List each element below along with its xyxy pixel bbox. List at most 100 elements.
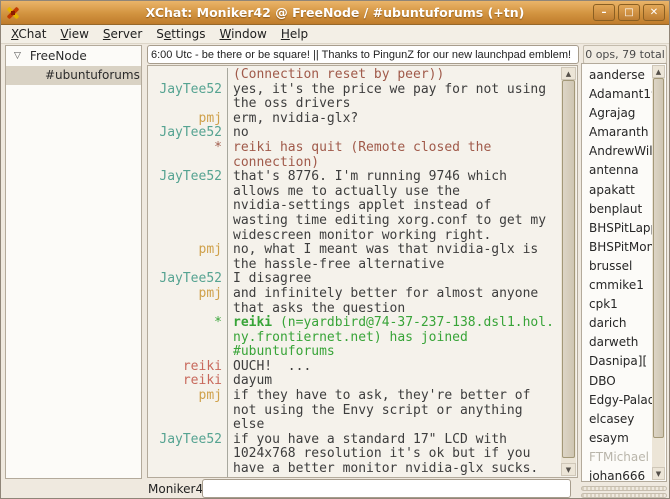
userlist-scrollbar[interactable]: ▲ ▼: [652, 65, 665, 480]
chat-text: reiki (n=yardbird@74-37-237-138.dsl1.hol…: [228, 316, 554, 331]
menu-window[interactable]: Window: [212, 25, 273, 43]
userlist-item[interactable]: antenna: [582, 161, 652, 180]
userlist-item[interactable]: brussel: [582, 257, 652, 276]
userlist-item[interactable]: Agrajag: [582, 104, 652, 123]
user-list: aanderseAdamant198AgrajagAmaranthAndrewW…: [581, 63, 667, 482]
chat-text: erm, nvidia-glx?: [228, 112, 358, 127]
menu-bar: XChatViewServerSettingsWindowHelp: [1, 25, 669, 44]
userlist-item[interactable]: elcasey: [582, 410, 652, 429]
chat-nick: reiki: [150, 360, 228, 375]
chat-nick: [150, 214, 228, 229]
resize-grip[interactable]: [581, 486, 667, 491]
tree-item-ubuntuforums[interactable]: #ubuntuforums: [6, 66, 141, 85]
chat-text: 1024x768 resolution it's ok but if you: [228, 447, 530, 462]
message-input[interactable]: [202, 479, 571, 498]
menu-settings[interactable]: Settings: [149, 25, 212, 43]
chat-line: not using the Envy script or anything: [150, 404, 560, 419]
menu-xchat[interactable]: XChat: [4, 25, 53, 43]
chat-nick: [150, 68, 228, 83]
scroll-up-icon[interactable]: ▲: [652, 65, 665, 78]
chat-text: (Connection reset by peer)): [228, 68, 444, 83]
userlist-item[interactable]: darich: [582, 314, 652, 333]
chat-line: pmjerm, nvidia-glx?: [150, 112, 560, 127]
chat-line: #ubuntuforums: [150, 345, 560, 360]
chat-nick: JayTee52: [150, 126, 228, 141]
userlist-item[interactable]: cmmike1: [582, 276, 652, 295]
chat-scrollbar[interactable]: ▲ ▼: [561, 67, 576, 476]
userlist-item[interactable]: Dasnipa][: [582, 352, 652, 371]
chat-line: widescreen monitor working right.: [150, 229, 560, 244]
userlist-item[interactable]: benplaut: [582, 200, 652, 219]
menu-view[interactable]: View: [53, 25, 95, 43]
chat-text: wasting time editing xorg.conf to get my: [228, 214, 546, 229]
chat-line: *reiki (n=yardbird@74-37-237-138.dsl1.ho…: [150, 316, 560, 331]
window-controls: – □ ✕: [593, 4, 665, 21]
chat-line: JayTee52no: [150, 126, 560, 141]
server-tree-panel: ▽ FreeNode #ubuntuforums: [5, 45, 142, 479]
userlist-item[interactable]: esaym: [582, 429, 652, 448]
userlist-item[interactable]: BHSPitMonke: [582, 238, 652, 257]
userlist-item[interactable]: apakatt: [582, 181, 652, 200]
chat-nick: *: [150, 316, 228, 331]
chat-text: that's 8776. I'm running 9746 which: [228, 170, 507, 185]
chat-line: pmjno, what I meant was that nvidia-glx …: [150, 243, 560, 258]
chat-line: JayTee52if you have a standard 17" LCD w…: [150, 433, 560, 448]
chat-nick: [150, 185, 228, 200]
title-bar[interactable]: XChat: Moniker42 @ FreeNode / #ubuntufor…: [1, 1, 669, 25]
scroll-down-icon[interactable]: ▼: [561, 463, 576, 476]
expander-icon[interactable]: ▽: [14, 51, 21, 61]
chat-nick: [150, 302, 228, 317]
chat-line: reikidayum: [150, 374, 560, 389]
chat-nick: [150, 156, 228, 171]
userlist-item[interactable]: Amaranth: [582, 123, 652, 142]
chat-line: allows me to actually use the: [150, 185, 560, 200]
chat-text: I disagree: [228, 272, 311, 287]
chat-text: else: [228, 418, 264, 433]
chat-nick: pmj: [150, 243, 228, 258]
chat-text: have a better monitor nvidia-glx sucks.: [228, 462, 538, 477]
chat-text: that asks the question: [228, 302, 405, 317]
maximize-icon: □: [624, 7, 633, 18]
chat-nick: pmj: [150, 287, 228, 302]
userlist-item[interactable]: FTMichael: [582, 448, 652, 467]
chat-line: have a better monitor nvidia-glx sucks.: [150, 462, 560, 477]
scroll-up-icon[interactable]: ▲: [561, 67, 576, 80]
userlist-item[interactable]: Adamant198: [582, 85, 652, 104]
chat-text: ny.frontiernet.net) has joined: [228, 331, 468, 346]
chat-line: pmjif they have to ask, they're better o…: [150, 389, 560, 404]
userlist-item[interactable]: darweth: [582, 333, 652, 352]
userlist-item[interactable]: Edgy-Paladin: [582, 391, 652, 410]
userlist-item[interactable]: aanderse: [582, 66, 652, 85]
minimize-icon: –: [602, 7, 607, 18]
chat-text: allows me to actually use the: [228, 185, 460, 200]
maximize-button[interactable]: □: [618, 4, 640, 21]
scroll-down-icon[interactable]: ▼: [652, 467, 665, 480]
chat-nick: [150, 97, 228, 112]
userlist-item[interactable]: cpk1: [582, 295, 652, 314]
userlist-item[interactable]: DBO: [582, 372, 652, 391]
chat-nick: [150, 447, 228, 462]
userlist-item[interactable]: BHSPitLappy: [582, 219, 652, 238]
chat-nick: [150, 345, 228, 360]
topic-input[interactable]: [147, 45, 579, 64]
chat-text: dayum: [228, 374, 272, 389]
chat-nick: [150, 418, 228, 433]
userlist-item[interactable]: johan666: [582, 467, 652, 481]
chat-nick: pmj: [150, 112, 228, 127]
chat-text: not using the Envy script or anything: [228, 404, 523, 419]
chat-nick: [150, 199, 228, 214]
chat-scrollbar-thumb[interactable]: [562, 80, 575, 458]
chat-area[interactable]: (Connection reset by peer))JayTee52yes, …: [147, 65, 578, 478]
chat-nick: JayTee52: [150, 170, 228, 185]
tree-item-freenode[interactable]: ▽ FreeNode: [6, 46, 141, 65]
menu-server[interactable]: Server: [96, 25, 149, 43]
minimize-button[interactable]: –: [593, 4, 615, 21]
close-button[interactable]: ✕: [643, 4, 665, 21]
close-icon: ✕: [650, 7, 658, 18]
userlist-item[interactable]: AndrewWillian: [582, 142, 652, 161]
menu-help[interactable]: Help: [274, 25, 315, 43]
chat-line: the oss drivers: [150, 97, 560, 112]
chat-text: OUCH! ...: [228, 360, 311, 375]
userlist-scrollbar-thumb[interactable]: [653, 78, 664, 438]
resize-grip[interactable]: [581, 493, 667, 498]
